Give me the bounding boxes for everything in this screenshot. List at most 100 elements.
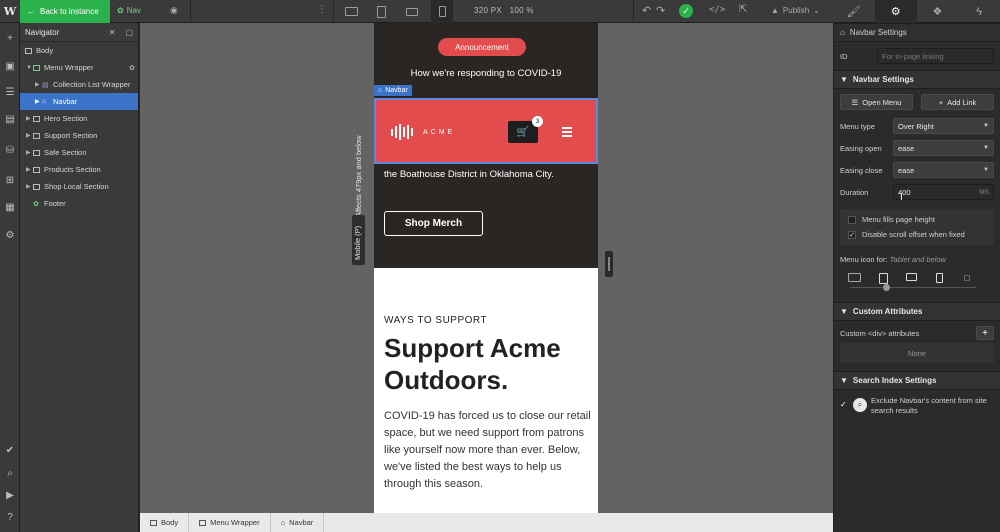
checkbox-checked-icon[interactable]: ✓ [848,230,856,239]
id-input[interactable]: For in-page linking [877,48,994,64]
eye-icon[interactable]: ◉ [170,5,178,16]
undo-icon[interactable]: ↶ [642,4,651,17]
easing-open-label: Easing open [840,143,882,153]
search-icon[interactable]: ⌕ [3,466,17,480]
navigator-icon[interactable]: ☰ [3,85,17,99]
menu-type-row: Menu type Over Right ▼ [834,115,1000,137]
slider-thumb[interactable] [883,284,890,291]
portrait-breakpoint-icon[interactable] [936,273,943,283]
code-icon[interactable]: </> [709,5,725,15]
add-link-button[interactable]: + Add Link [921,94,994,110]
landscape-shape [406,7,418,16]
brand-logo[interactable]: ACME [391,124,455,140]
settings-tab-gear-icon[interactable]: ⚙ [874,0,917,23]
cms-database-icon[interactable]: ⛁ [3,143,17,157]
covid-link[interactable]: How we're responding to COVID-19 [374,68,598,79]
export-icon[interactable]: ⇱ [739,4,747,15]
caret-right-icon[interactable]: ▶ [26,149,33,156]
checkbox-empty[interactable] [848,215,856,224]
tablet-breakpoint-icon[interactable] [879,273,888,284]
caret-right-icon[interactable]: ▶ [26,166,33,173]
caret-right-icon[interactable]: ▶ [26,115,33,122]
add-attribute-plus-icon[interactable]: + [976,326,994,340]
caret-right-icon[interactable]: ▶ [35,98,42,105]
tree-item-hero-section[interactable]: ▶ Hero Section [20,110,138,127]
hamburger-menu-icon[interactable] [562,127,572,139]
custom-attributes-section-header[interactable]: ▼ Custom Attributes [834,302,1000,321]
slider-track[interactable] [850,287,976,288]
announcement-pill[interactable]: Announcement [438,38,526,56]
fills-page-checkbox[interactable]: Menu fills page height [840,212,994,227]
support-section[interactable]: WAYS TO SUPPORT Support Acme Outdoors. C… [384,315,594,493]
tree-item-safe-section[interactable]: ▶ Safe Section [20,144,138,161]
pages-icon[interactable]: ▤ [3,112,17,126]
tree-item-shop-local-section[interactable]: ▶ Shop Local Section [20,178,138,195]
add-panel-plus-icon[interactable]: + [3,31,17,45]
desktop-shape [344,7,358,16]
tree-item-products-section[interactable]: ▶ Products Section [20,161,138,178]
resize-handle[interactable] [605,251,613,277]
section-icon [33,166,40,173]
ecommerce-cart-icon[interactable]: ⊞ [3,173,17,187]
more-dots-icon[interactable]: ⋮ [317,4,327,15]
mobile-landscape-breakpoint-icon[interactable] [401,3,423,20]
menu-breakpoint-slider[interactable] [840,270,994,292]
desktop-breakpoint-icon[interactable] [848,273,861,282]
caret-right-icon[interactable]: ▶ [26,183,33,190]
tree-item-label: Navbar [53,97,78,106]
exclude-search-row[interactable]: ✓ ⌕ Exclude Navbar's content from site s… [834,390,1000,422]
interactions-bolt-icon[interactable]: ϟ [958,0,1000,23]
tree-item-collection-list-wrapper[interactable]: ▶ ▤ Collection List Wrapper [20,76,138,93]
tree-item-footer[interactable]: ✿ Footer [20,195,138,212]
desktop-breakpoint-icon[interactable] [340,3,362,20]
easing-close-select[interactable]: ease ▼ [893,162,994,178]
search-index-section-header[interactable]: ▼ Search Index Settings [834,371,1000,390]
symbol-nav-tag[interactable]: ✿ Nav [117,6,141,15]
divider [633,0,634,23]
tree-item-navbar[interactable]: ▶ ⌂ Navbar [20,93,138,110]
symbols-cube-icon[interactable]: ▣ [3,59,17,73]
audit-check-icon[interactable]: ✔ [3,443,17,457]
caret-right-icon[interactable]: ▶ [35,81,42,88]
design-canvas[interactable]: Announcement How we're responding to COV… [140,23,833,513]
tablet-breakpoint-icon[interactable] [370,3,392,20]
menu-buttons: ☰ Open Menu + Add Link [834,89,1000,115]
mobile-portrait-breakpoint-icon[interactable] [431,0,453,23]
help-icon[interactable]: ? [3,510,17,524]
collapse-icon[interactable]: ✕ [109,28,116,37]
easing-open-select[interactable]: ease ▼ [893,140,994,156]
redo-icon[interactable]: ↷ [656,4,665,17]
duration-input[interactable]: 400 MS [893,184,994,200]
tree-item-label: Products Section [44,165,101,174]
easing-close-row: Easing close ease ▼ [834,159,1000,181]
back-to-instance-button[interactable]: ← Back to instance [20,0,110,23]
caret-down-icon[interactable]: ▼ [26,65,33,71]
dock-icon[interactable]: ▢ [125,28,133,37]
menu-type-select[interactable]: Over Right ▼ [893,118,994,134]
checkbox-checked-icon[interactable]: ✓ [840,400,849,409]
assets-icon[interactable]: ▦ [3,200,17,214]
shop-merch-button[interactable]: Shop Merch [384,211,483,236]
style-tab-brush-icon[interactable]: 🖌 [833,0,875,23]
caret-right-icon[interactable]: ▶ [26,132,33,139]
tree-item-label: Support Section [44,131,98,140]
video-tutorials-icon[interactable]: ▶ [3,488,17,502]
tree-item-label: Body [36,46,54,55]
breadcrumb-navbar[interactable]: ⌂ Navbar [271,513,325,532]
navbar-element[interactable]: ACME 🛒 3 [374,98,598,164]
breadcrumb-body[interactable]: Body [140,513,190,532]
disable-scroll-checkbox[interactable]: ✓ Disable scroll offset when fixed [840,227,994,242]
style-manager-drops-icon[interactable]: ❖ [917,0,959,23]
open-menu-button[interactable]: ☰ Open Menu [840,94,913,110]
landscape-breakpoint-icon[interactable] [906,273,917,281]
tree-item-body[interactable]: Body [20,42,138,59]
mobile-label: Mobile (P) [353,225,362,260]
navbar-settings-section-header[interactable]: ▼ Navbar Settings [834,70,1000,89]
settings-gear-icon[interactable]: ⚙ [3,228,17,242]
tree-item-support-section[interactable]: ▶ Support Section [20,127,138,144]
mobile-page-preview[interactable]: Announcement How we're responding to COV… [374,23,598,513]
publish-button[interactable]: ▲ Publish ⌄ [771,6,820,15]
webflow-logo[interactable]: W [0,0,20,23]
breadcrumb-menu-wrapper[interactable]: Menu Wrapper [189,513,271,532]
tree-item-menu-wrapper[interactable]: ▼ Menu Wrapper ✿ [20,59,138,76]
